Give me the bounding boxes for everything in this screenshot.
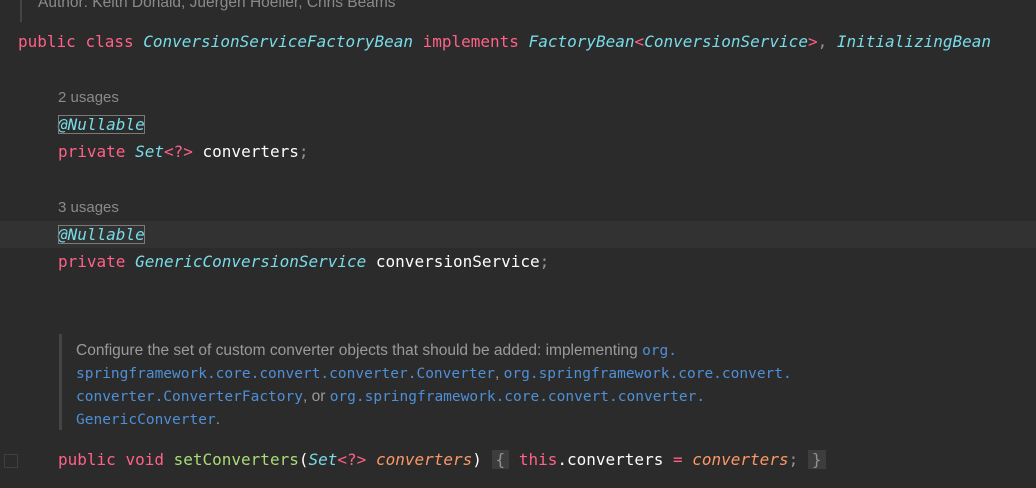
javadoc-text: Configure the set of custom converter ob… <box>76 342 643 359</box>
author-doc-line: Author: Keith Donald, Juergen Hoeller, C… <box>38 0 396 11</box>
annotation-line: @Nullable <box>58 223 145 247</box>
javadoc-text: . <box>215 411 220 428</box>
interface-factorybean[interactable]: FactoryBean <box>529 32 635 51</box>
javadoc-line-2: springframework.core.convert.converter.C… <box>76 363 792 385</box>
type-set[interactable]: Set <box>135 142 164 161</box>
generic-wildcard: <?> <box>163 142 193 161</box>
assign-operator: = <box>672 450 683 469</box>
field-converters-declaration[interactable]: private Set<?> converters; <box>58 140 309 164</box>
method-name[interactable]: setConverters <box>174 450 299 469</box>
keyword-private: private <box>58 252 126 271</box>
field-name-converters[interactable]: converters <box>203 142 299 161</box>
keyword-implements: implements <box>422 32 519 51</box>
nullable-annotation[interactable]: @Nullable <box>58 225 145 244</box>
folded-brace-close[interactable]: } <box>807 450 826 469</box>
keyword-private: private <box>58 142 126 161</box>
javadoc-line-4: GenericConverter. <box>76 409 220 431</box>
class-name[interactable]: ConversionServiceFactoryBean <box>143 32 413 51</box>
interface-initializingbean[interactable]: InitializingBean <box>837 32 991 51</box>
semicolon: ; <box>298 142 309 161</box>
generic-open: < <box>634 32 645 51</box>
semicolon: ; <box>539 252 550 271</box>
keyword-public: public <box>18 32 76 51</box>
javadoc-line-3: converter.ConverterFactory, or org.sprin… <box>76 386 705 408</box>
param-converters[interactable]: converters <box>376 450 472 469</box>
javadoc-line-1: Configure the set of custom converter ob… <box>76 340 677 362</box>
field-ref-converters[interactable]: converters <box>567 450 663 469</box>
annotation-line: @Nullable <box>58 113 145 137</box>
keyword-void: void <box>125 450 164 469</box>
folded-brace-open[interactable]: { <box>491 450 510 469</box>
javadoc-link-genericconverter[interactable]: GenericConverter <box>76 412 216 428</box>
javadoc-link[interactable]: org.springframework.core.convert.convert… <box>330 389 705 405</box>
type-set[interactable]: Set <box>308 450 337 469</box>
type-conversionservice[interactable]: ConversionService <box>644 32 808 51</box>
paren-close: ) <box>472 450 482 469</box>
javadoc-link-converter[interactable]: springframework.core.convert.converter.C… <box>76 366 495 382</box>
param-ref-converters[interactable]: converters <box>692 450 788 469</box>
dot: . <box>557 450 567 469</box>
class-declaration[interactable]: public class ConversionServiceFactoryBea… <box>18 30 991 54</box>
nullable-annotation[interactable]: @Nullable <box>58 115 145 134</box>
method-setconverters[interactable]: public void setConverters(Set<?> convert… <box>58 448 826 472</box>
usages-hint-conversionservice[interactable]: 3 usages <box>58 196 119 220</box>
keyword-class: class <box>85 32 134 51</box>
field-conversionservice-declaration[interactable]: private GenericConversionService convers… <box>58 250 549 274</box>
javadoc-bar <box>59 334 62 430</box>
generic-wildcard: <?> <box>337 450 367 469</box>
javadoc-text: , or <box>302 388 330 405</box>
current-line-highlight <box>0 221 1036 248</box>
field-name-conversionservice[interactable]: conversionService <box>376 252 540 271</box>
javadoc-text: , <box>495 365 504 382</box>
comma: , <box>817 32 828 51</box>
javadoc-link[interactable]: org.springframework.core.convert. <box>504 366 792 382</box>
semicolon: ; <box>788 450 799 469</box>
javadoc-link-converterfactory[interactable]: converter.ConverterFactory <box>76 389 303 405</box>
keyword-this: this <box>518 450 558 469</box>
generic-close: > <box>807 32 818 51</box>
fold-icon[interactable] <box>4 454 18 468</box>
javadoc-link[interactable]: org. <box>642 343 677 359</box>
doc-comment-bar <box>20 0 22 22</box>
type-genericconversionservice[interactable]: GenericConversionService <box>135 252 366 271</box>
usages-hint-converters[interactable]: 2 usages <box>58 86 119 110</box>
code-editor[interactable]: Author: Keith Donald, Juergen Hoeller, C… <box>0 0 1036 488</box>
keyword-public: public <box>58 450 116 469</box>
